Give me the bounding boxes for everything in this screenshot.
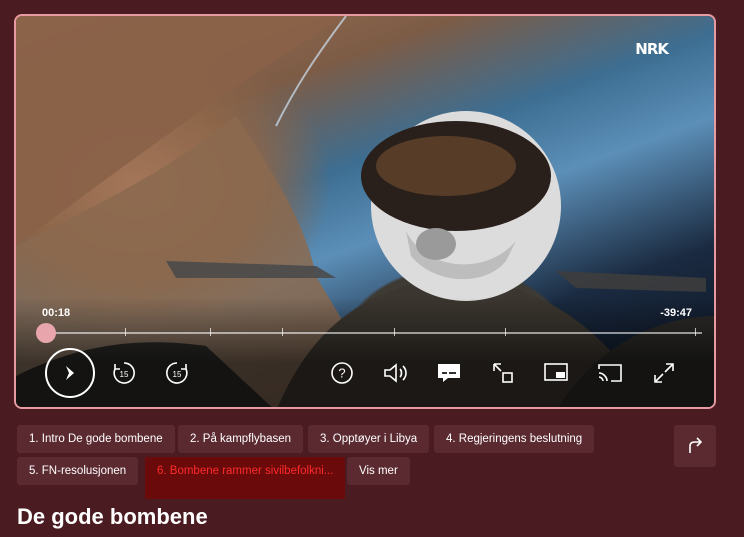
progress-bar[interactable] <box>46 328 702 336</box>
volume-button[interactable] <box>378 356 412 390</box>
resize-button[interactable] <box>486 356 520 390</box>
rewind-15-button[interactable]: 15 <box>107 356 141 390</box>
subtitles-button[interactable] <box>432 356 466 390</box>
cast-button[interactable] <box>593 356 627 390</box>
pip-button[interactable] <box>539 356 573 390</box>
time-remaining: -39:47 <box>660 307 692 319</box>
chapter-marker[interactable] <box>124 328 126 336</box>
nrk-logo: NRK <box>635 40 669 58</box>
share-icon <box>689 437 703 453</box>
volume-icon <box>384 363 407 383</box>
chapter-marker[interactable] <box>282 328 284 336</box>
video-player[interactable]: NRK 00:18 -39:47 15 15 ? <box>14 14 716 409</box>
scrub-handle[interactable] <box>36 323 56 343</box>
chapter-6[interactable]: 6. Bombene rammer sivilbefolkni... <box>145 457 345 499</box>
chapter-5[interactable]: 5. FN-resolusjonen <box>17 457 139 485</box>
chapter-3[interactable]: 3. Opptøyer i Libya <box>308 425 430 453</box>
help-button[interactable]: ? <box>325 356 359 390</box>
page-title: De gode bombene <box>17 504 208 529</box>
help-icon: ? <box>331 362 353 384</box>
forward-15-label: 15 <box>173 370 182 379</box>
resize-icon <box>493 363 513 383</box>
chapter-2[interactable]: 2. På kampflybasen <box>178 425 304 453</box>
chapter-1[interactable]: 1. Intro De gode bombene <box>17 425 175 453</box>
show-more-button[interactable]: Vis mer <box>347 457 410 485</box>
rewind-15-label: 15 <box>120 370 129 379</box>
chapter-marker[interactable] <box>695 328 697 336</box>
share-button[interactable] <box>674 425 716 467</box>
chapter-4[interactable]: 4. Regjeringens beslutning <box>434 425 595 453</box>
subtitles-icon <box>438 364 460 382</box>
cast-icon <box>598 364 622 382</box>
play-button[interactable] <box>45 348 95 398</box>
fullscreen-button[interactable] <box>647 356 681 390</box>
controls-gradient <box>16 297 714 407</box>
chapter-marker[interactable] <box>505 328 507 336</box>
chapter-marker[interactable] <box>393 328 395 336</box>
forward-15-icon: 15 <box>166 362 188 384</box>
rewind-15-icon: 15 <box>113 362 135 384</box>
fullscreen-icon <box>654 363 674 383</box>
svg-text:?: ? <box>338 366 345 381</box>
time-elapsed: 00:18 <box>42 307 71 319</box>
picture-in-picture-icon <box>544 363 568 381</box>
forward-15-button[interactable]: 15 <box>160 356 194 390</box>
chapter-marker[interactable] <box>210 328 211 336</box>
video-frame[interactable]: NRK 00:18 -39:47 15 15 ? <box>16 16 714 407</box>
play-icon <box>66 366 74 380</box>
